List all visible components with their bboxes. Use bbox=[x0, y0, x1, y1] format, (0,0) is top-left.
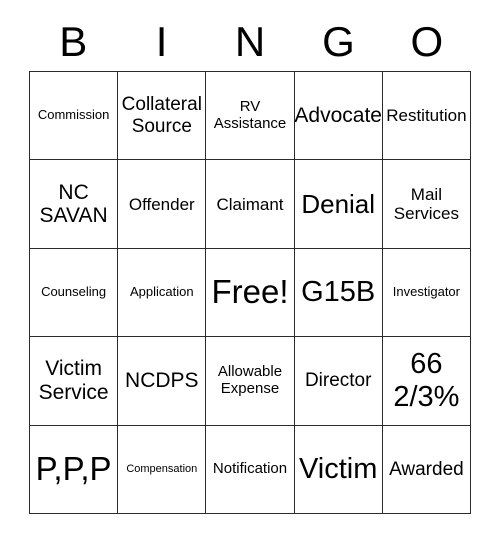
bingo-cell-label: Denial bbox=[301, 188, 376, 219]
bingo-cell-r4-c5[interactable]: 66 2/3% bbox=[382, 337, 471, 426]
bingo-header-letter-g: G bbox=[322, 18, 355, 65]
bingo-cell-r1-c2[interactable]: Collateral Source bbox=[118, 72, 207, 161]
bingo-cell-label: Notification bbox=[212, 459, 288, 477]
bingo-cell-label: Victim bbox=[298, 453, 378, 486]
bingo-cell-r3-c4[interactable]: G15B bbox=[294, 248, 383, 338]
bingo-cell-label: Investigator bbox=[392, 284, 460, 300]
bingo-cell-label: Commission bbox=[37, 107, 110, 123]
bingo-cell-r5-c4[interactable]: Victim bbox=[294, 425, 383, 514]
bingo-cell-r1-c4[interactable]: Advocate bbox=[294, 72, 383, 161]
bingo-header-letter-n: N bbox=[234, 18, 266, 65]
bingo-card: B I N G O Commission Collateral Source RV … bbox=[0, 0, 500, 544]
bingo-cell-label: RV Assistance bbox=[213, 97, 287, 132]
bingo-cell-label: Awarded bbox=[389, 458, 464, 480]
bingo-cell-r3-c2[interactable]: Application bbox=[118, 248, 207, 338]
bingo-cell-label: P,P,P bbox=[35, 449, 112, 487]
bingo-cell-r2-c3[interactable]: Claimant bbox=[206, 160, 295, 249]
bingo-cell-label: Restitution bbox=[386, 106, 467, 126]
bingo-cell-label: Counseling bbox=[41, 284, 107, 300]
bingo-cell-label: Victim Service bbox=[38, 357, 109, 404]
bingo-header-letter-o: O bbox=[410, 18, 444, 65]
bingo-cell-r3-c5[interactable]: Investigator bbox=[382, 248, 471, 338]
bingo-cell-r2-c2[interactable]: Offender bbox=[118, 160, 207, 249]
bingo-cell-label: Application bbox=[129, 284, 194, 300]
bingo-header-row: B I N G O bbox=[29, 14, 471, 70]
bingo-cell-label: Mail Services bbox=[393, 185, 459, 224]
bingo-cell-label: NC SAVAN bbox=[39, 180, 108, 228]
bingo-free-space[interactable]: Free! bbox=[206, 248, 295, 338]
bingo-cell-label: G15B bbox=[301, 276, 376, 309]
bingo-cell-r4-c4[interactable]: Director bbox=[294, 337, 383, 426]
bingo-cell-label: NCDPS bbox=[125, 369, 199, 393]
bingo-cell-r5-c3[interactable]: Notification bbox=[206, 425, 295, 514]
bingo-cell-r2-c4[interactable]: Denial bbox=[294, 160, 383, 249]
bingo-cell-label: Compensation bbox=[126, 463, 198, 476]
bingo-cell-label: Offender bbox=[128, 194, 195, 214]
bingo-cell-r1-c3[interactable]: RV Assistance bbox=[206, 72, 295, 161]
bingo-cell-r1-c5[interactable]: Restitution bbox=[382, 72, 471, 161]
bingo-cell-r4-c3[interactable]: Allowable Expense bbox=[206, 337, 295, 426]
bingo-cell-r5-c5[interactable]: Awarded bbox=[382, 425, 471, 514]
bingo-cell-r1-c1[interactable]: Commission bbox=[30, 72, 119, 161]
bingo-cell-label: Advocate bbox=[294, 103, 382, 127]
bingo-cell-label: Allowable Expense bbox=[217, 363, 283, 397]
bingo-cell-r5-c1[interactable]: P,P,P bbox=[30, 425, 119, 514]
bingo-cell-label: 66 2/3% bbox=[393, 348, 460, 413]
bingo-header-letter-i: I bbox=[155, 18, 168, 65]
bingo-cell-label: Free! bbox=[211, 273, 289, 311]
bingo-grid: Commission Collateral Source RV Assistance… bbox=[29, 71, 471, 514]
bingo-cell-r2-c5[interactable]: Mail Services bbox=[382, 160, 471, 249]
bingo-cell-label: Director bbox=[304, 370, 372, 392]
bingo-header-letter-b: B bbox=[59, 18, 88, 65]
bingo-cell-r4-c1[interactable]: Victim Service bbox=[30, 337, 119, 426]
bingo-cell-label: Claimant bbox=[216, 194, 284, 214]
bingo-cell-r4-c2[interactable]: NCDPS bbox=[118, 337, 207, 426]
bingo-cell-r5-c2[interactable]: Compensation bbox=[118, 425, 207, 514]
bingo-cell-r2-c1[interactable]: NC SAVAN bbox=[30, 160, 119, 249]
bingo-cell-label: Collateral Source bbox=[121, 94, 202, 137]
bingo-cell-r3-c1[interactable]: Counseling bbox=[30, 248, 119, 338]
